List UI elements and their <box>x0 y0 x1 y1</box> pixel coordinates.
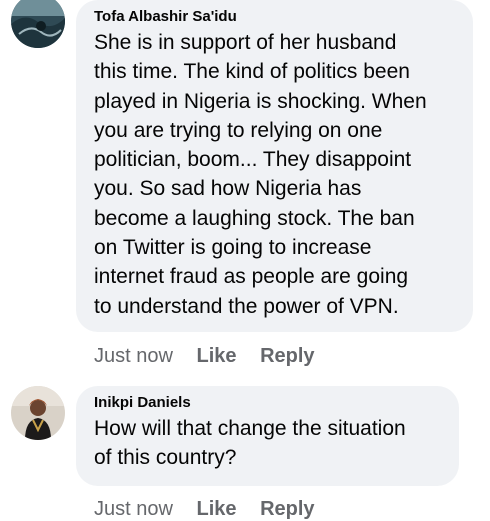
comment-text-line: politician, boom... They disappoint <box>94 148 412 172</box>
comment-text-line: you are trying to relying on one <box>94 118 383 142</box>
like-button[interactable]: Like <box>197 498 237 520</box>
comment-text-line: on Twitter is going to increase <box>94 236 372 260</box>
comment-text-line: played in Nigeria is shocking. When <box>94 89 427 113</box>
comment-text-line: internet fraud as people are going <box>94 265 409 289</box>
avatar-image <box>11 0 65 48</box>
avatar[interactable] <box>11 386 65 440</box>
avatar[interactable] <box>11 0 65 48</box>
comment-text-line: How will that change the situation <box>94 417 406 440</box>
comment-text-line: to understand the power of VPN. <box>94 294 399 318</box>
comment-author[interactable]: Inikpi Daniels <box>94 394 441 412</box>
comment-actions: Just now Like Reply <box>94 344 333 368</box>
comment-text: She is in support of her husband this ti… <box>94 28 455 321</box>
comment-text-line: She is in support of her husband <box>94 31 397 54</box>
comment-text: How will that change the situation of th… <box>94 414 441 473</box>
reply-button[interactable]: Reply <box>260 498 314 520</box>
comment-timestamp: Just now <box>94 345 173 367</box>
comment-bubble: Inikpi Daniels How will that change the … <box>76 386 459 486</box>
comment-timestamp: Just now <box>94 498 173 520</box>
comment-text-line: this time. The kind of politics been <box>94 60 410 84</box>
comment-text-line: you. So sad how Nigeria has <box>94 177 362 201</box>
avatar-image <box>11 386 65 440</box>
comment-actions: Just now Like Reply <box>94 497 333 521</box>
comment-text-line: of this country? <box>94 446 237 470</box>
reply-button[interactable]: Reply <box>260 345 314 367</box>
comment-text-line: become a laughing stock. The ban <box>94 206 415 230</box>
comment-bubble: Tofa Albashir Sa'idu She is in support o… <box>76 0 473 332</box>
like-button[interactable]: Like <box>197 345 237 367</box>
comment-author[interactable]: Tofa Albashir Sa'idu <box>94 8 455 26</box>
